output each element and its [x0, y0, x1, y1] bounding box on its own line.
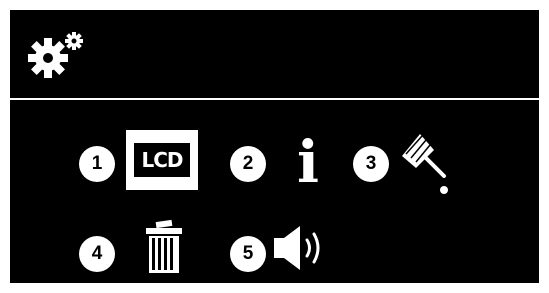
- settings-screen: 1 LCD 2 i 3 4 5: [10, 10, 539, 283]
- item-number-badge: 2: [230, 146, 266, 182]
- item-number-badge: 3: [353, 146, 389, 182]
- item-number-badge: 1: [79, 146, 115, 182]
- lcd-display-icon[interactable]: LCD: [126, 130, 198, 190]
- speaker-volume-icon[interactable]: [272, 222, 334, 274]
- header-divider: [10, 98, 539, 100]
- cleaning-brush-icon[interactable]: [398, 128, 450, 198]
- item-number-badge: 4: [79, 236, 115, 272]
- item-number-badge: 5: [230, 236, 266, 272]
- lcd-icon-label: LCD: [134, 143, 190, 177]
- trash-can-icon[interactable]: [142, 218, 186, 276]
- settings-gears-icon[interactable]: [26, 30, 96, 80]
- info-icon[interactable]: i: [288, 132, 328, 192]
